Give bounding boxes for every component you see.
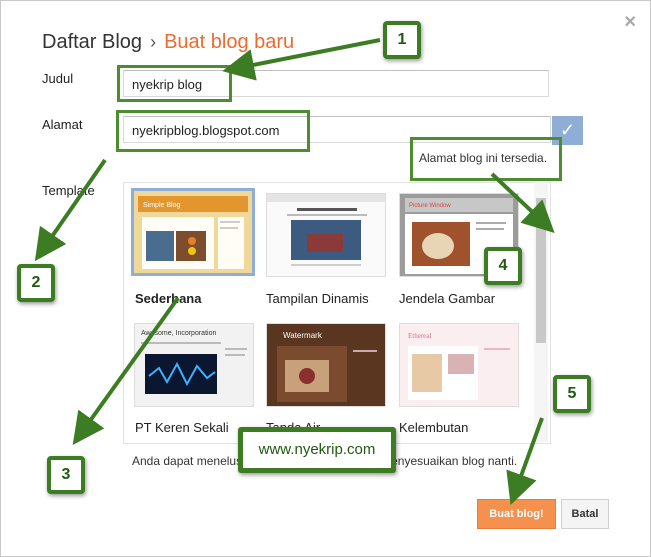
thumb-simple-title: Simple Blog: [143, 202, 180, 209]
step-badge-1: 1: [383, 21, 421, 59]
callout-address-input: [116, 110, 310, 152]
breadcrumb-current: Buat blog baru: [164, 31, 295, 53]
template-name-dynamic[interactable]: Tampilan Dinamis: [266, 291, 369, 306]
step-badge-4: 4: [484, 247, 522, 285]
template-thumb-watermark[interactable]: Watermark: [266, 323, 386, 407]
cancel-button[interactable]: Batal: [561, 499, 609, 529]
title-label: Judul: [42, 71, 74, 86]
watermark-label: www.nyekrip.com: [238, 427, 396, 473]
thumb-awesome-title: Awesome, Incorporation: [141, 330, 216, 337]
callout-availability: [410, 137, 562, 181]
template-thumb-ethereal[interactable]: Ethereal: [399, 323, 519, 407]
template-note-left: Anda dapat menelus: [132, 454, 243, 468]
create-blog-button[interactable]: Buat blog!: [477, 499, 556, 529]
callout-title-input: [117, 65, 232, 102]
create-blog-dialog: × Daftar Blog › Buat blog baru Judul nyekr…: [0, 0, 651, 557]
template-thumb-simple[interactable]: Simple Blog: [131, 188, 255, 276]
close-icon[interactable]: ×: [624, 11, 636, 34]
template-name-picture-window[interactable]: Jendela Gambar: [399, 291, 495, 306]
template-scrollbar[interactable]: [534, 182, 548, 442]
step-badge-2: 2: [17, 264, 55, 302]
thumb-picture-title: Picture Window: [409, 203, 451, 209]
template-thumb-dynamic[interactable]: [266, 193, 386, 277]
address-label: Alamat: [42, 117, 83, 132]
breadcrumb-blog-list[interactable]: Daftar Blog: [42, 31, 142, 53]
template-label: Template: [42, 183, 95, 198]
page-title: Daftar Blog › Buat blog baru: [42, 31, 294, 54]
thumb-watermark-title: Watermark: [283, 331, 323, 340]
template-name-ethereal[interactable]: Kelembutan: [399, 420, 468, 435]
breadcrumb-separator: ›: [150, 32, 157, 52]
template-name-awesome-inc[interactable]: PT Keren Sekali: [135, 420, 229, 435]
template-gallery: Simple Blog Picture Window Sederhana Tam…: [123, 182, 551, 444]
template-name-simple[interactable]: Sederhana: [135, 291, 201, 306]
scrollbar-thumb[interactable]: [536, 198, 546, 343]
thumb-ethereal-title: Ethereal: [408, 332, 431, 340]
step-badge-5: 5: [553, 375, 591, 413]
template-thumb-awesome-inc[interactable]: Awesome, Incorporation: [134, 323, 254, 407]
step-badge-3: 3: [47, 456, 85, 494]
